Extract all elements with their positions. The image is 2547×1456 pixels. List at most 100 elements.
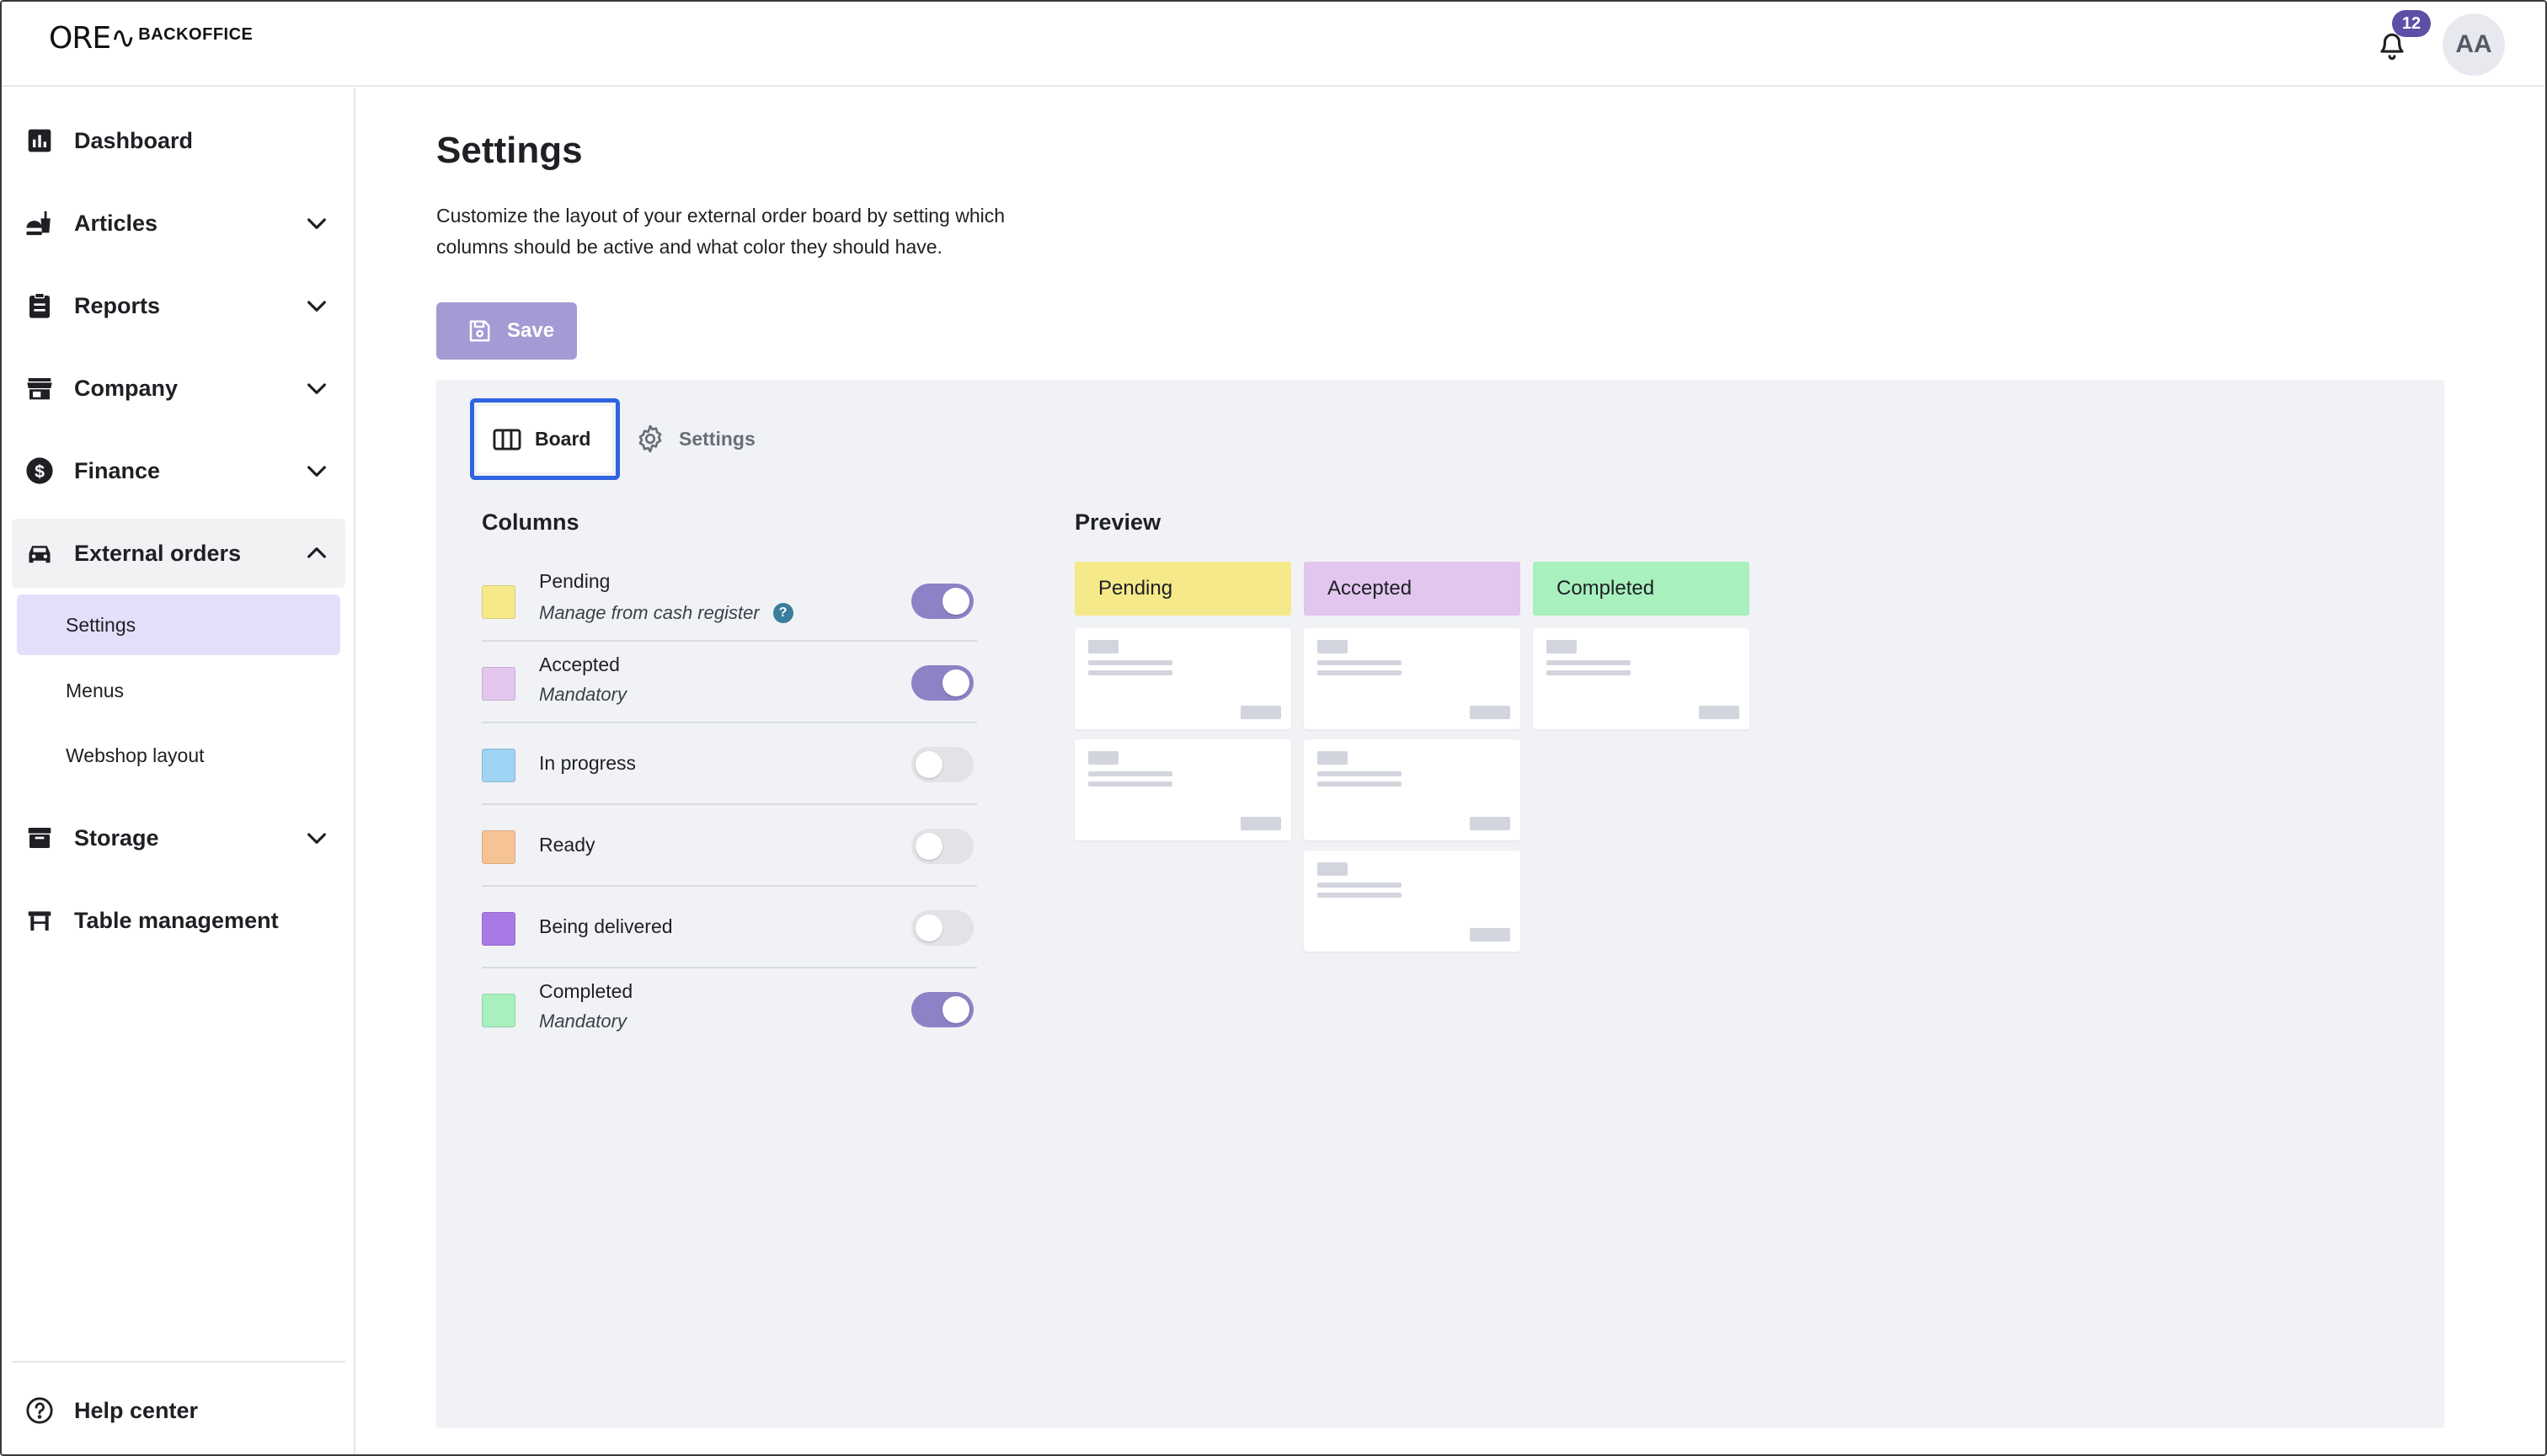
column-name: In progress — [539, 752, 637, 774]
sidebar-item-label: Dashboard — [74, 127, 194, 153]
sidebar-item-label: Storage — [74, 824, 159, 851]
columns-icon — [493, 428, 521, 451]
svg-text:$: $ — [35, 461, 45, 482]
column-subtitle-text: Manage from cash register — [539, 602, 760, 623]
column-row-in-progress: In progress — [482, 723, 977, 805]
color-swatch[interactable] — [482, 749, 515, 782]
sidebar-item-company[interactable]: Company — [12, 354, 345, 423]
page-description: Customize the layout of your external or… — [436, 205, 1006, 258]
sidebar-item-help-center[interactable]: Help center — [12, 1376, 345, 1445]
sidebar-item-dashboard[interactable]: Dashboard — [12, 106, 345, 175]
chevron-down-icon[interactable] — [303, 210, 330, 237]
sidebar-item-storage[interactable]: Storage — [12, 803, 345, 872]
store-icon — [24, 372, 56, 404]
chevron-up-icon[interactable] — [303, 540, 330, 567]
preview-card — [1533, 628, 1749, 729]
car-icon — [24, 537, 56, 569]
help-icon[interactable]: ? — [772, 603, 793, 623]
sidebar-item-articles[interactable]: Articles — [12, 189, 345, 258]
color-swatch[interactable] — [482, 830, 515, 864]
column-subtitle: Mandatory — [539, 1011, 627, 1032]
toggle-knob — [916, 915, 942, 941]
toggle-knob — [942, 996, 969, 1023]
preview-card — [1304, 628, 1520, 729]
tab-settings[interactable]: Settings — [635, 419, 756, 459]
floppy-disk-icon — [469, 320, 490, 342]
chevron-down-icon[interactable] — [303, 375, 330, 402]
column-name: Completed — [539, 980, 633, 1002]
tab-label: Board — [535, 428, 591, 450]
sidebar-item-label: Help center — [74, 1397, 199, 1423]
sidebar-item-label: Articles — [74, 210, 158, 236]
food-icon — [24, 207, 56, 239]
avatar[interactable]: AA — [2443, 13, 2505, 76]
sidebar: Dashboard Articles Reports Company $ Fin… — [2, 88, 355, 1454]
color-swatch[interactable] — [482, 667, 515, 701]
toggle-knob — [916, 751, 942, 778]
sidebar-item-external-orders[interactable]: External orders — [12, 519, 345, 588]
color-swatch[interactable] — [482, 585, 515, 619]
sidebar-item-label: Finance — [74, 457, 161, 483]
column-subtitle: Manage from cash register ? — [539, 602, 793, 624]
logo-mark: ORE∿ — [49, 21, 136, 56]
logo[interactable]: ORE∿ BACKOFFICE — [49, 20, 253, 57]
column-row-pending: Pending Manage from cash register ? — [482, 560, 977, 642]
column-subtitle-text: Mandatory — [539, 1011, 627, 1032]
sidebar-subitem-menus[interactable]: Menus — [17, 660, 340, 721]
sidebar-item-label: Company — [74, 375, 179, 401]
sidebar-item-label: Table management — [74, 907, 279, 933]
column-toggle[interactable] — [911, 910, 974, 946]
column-row-ready: Ready — [482, 805, 977, 887]
toggle-knob — [942, 669, 969, 696]
color-swatch[interactable] — [482, 994, 515, 1027]
preview-card — [1075, 739, 1291, 840]
column-subtitle: Mandatory — [539, 684, 627, 706]
sidebar-subitem-webshop-layout[interactable]: Webshop layout — [17, 725, 340, 786]
column-name: Accepted — [539, 653, 620, 675]
column-row-completed: Completed Mandatory — [482, 968, 977, 1050]
column-toggle[interactable] — [911, 992, 974, 1027]
columns-title: Columns — [482, 509, 579, 535]
page-title: Settings — [436, 130, 583, 171]
clipboard-icon — [24, 290, 56, 322]
sidebar-item-label: Reports — [74, 292, 161, 318]
chevron-down-icon[interactable] — [303, 457, 330, 484]
toggle-knob — [942, 588, 969, 615]
preview-card — [1075, 628, 1291, 729]
top-bar: ORE∿ BACKOFFICE 12 AA — [2, 2, 2545, 87]
sidebar-item-reports[interactable]: Reports — [12, 271, 345, 340]
column-subtitle-text: Mandatory — [539, 684, 627, 705]
dollar-circle-icon: $ — [24, 455, 56, 487]
preview-card — [1304, 851, 1520, 952]
gear-icon — [638, 424, 662, 453]
save-button[interactable]: Save — [436, 302, 577, 360]
preview-card — [1304, 739, 1520, 840]
preview-column-header: Accepted — [1304, 562, 1520, 616]
sidebar-subitem-settings[interactable]: Settings — [17, 595, 340, 655]
column-toggle[interactable] — [911, 584, 974, 619]
column-toggle[interactable] — [911, 829, 974, 864]
board-settings-panel: Board Settings Columns Pending Manage fr… — [436, 380, 2444, 1428]
app-window: ORE∿ BACKOFFICE 12 AA Dashboard Articles — [0, 0, 2547, 1456]
column-name: Ready — [539, 834, 595, 856]
sidebar-item-finance[interactable]: $ Finance — [12, 436, 345, 505]
column-row-accepted: Accepted Mandatory — [482, 642, 977, 723]
bar-chart-icon — [24, 125, 56, 157]
sidebar-item-table-management[interactable]: Table management — [12, 886, 345, 955]
column-toggle[interactable] — [911, 747, 974, 782]
question-circle-icon — [24, 1395, 56, 1427]
column-toggle[interactable] — [911, 665, 974, 701]
color-swatch[interactable] — [482, 912, 515, 946]
sidebar-divider — [12, 1361, 345, 1363]
chevron-down-icon[interactable] — [303, 824, 330, 851]
table-icon — [24, 904, 56, 936]
archive-icon — [24, 822, 56, 854]
logo-text: BACKOFFICE — [138, 25, 254, 44]
notification-badge: 12 — [2392, 10, 2431, 37]
chevron-down-icon[interactable] — [303, 292, 330, 319]
preview-column-header: Completed — [1533, 562, 1749, 616]
tab-board[interactable]: Board — [470, 398, 620, 480]
preview-column-header: Pending — [1075, 562, 1291, 616]
toggle-knob — [916, 833, 942, 860]
preview-title: Preview — [1075, 509, 1161, 535]
